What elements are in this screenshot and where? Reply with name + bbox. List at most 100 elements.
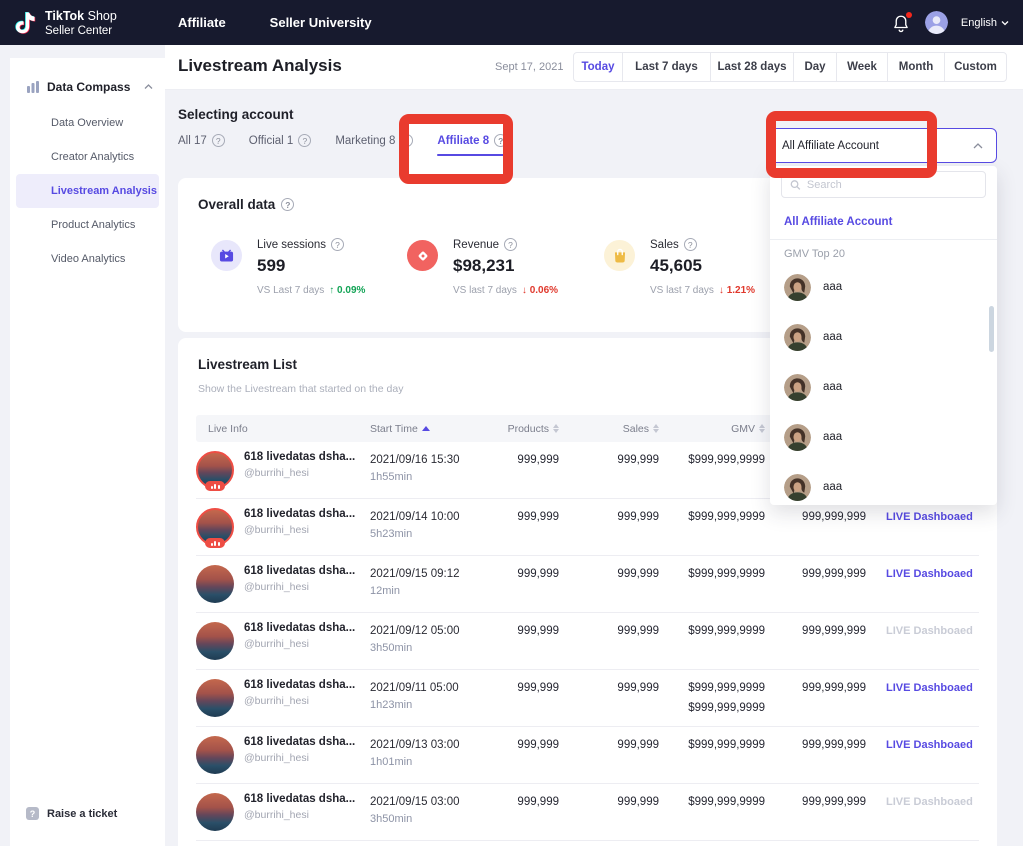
sidebar-section-label: Data Compass bbox=[47, 80, 130, 94]
live-dashboard-link[interactable]: LIVE Dashboaed bbox=[866, 556, 979, 612]
table-row[interactable]: 618 livedatas dsha...@burrihi_hesi 2021/… bbox=[196, 613, 979, 670]
language-selector[interactable]: English bbox=[961, 17, 1009, 29]
live-info-cell: 618 livedatas dsha...@burrihi_hesi bbox=[196, 613, 370, 669]
overall-title-label: Overall data bbox=[198, 197, 275, 212]
table-row[interactable]: 618 livedatas dsha...@burrihi_hesi 2021/… bbox=[196, 556, 979, 613]
chevron-up-icon bbox=[973, 143, 983, 149]
help-icon[interactable] bbox=[494, 134, 507, 147]
table-row[interactable]: 618 livedatas dsha...@burrihi_hesi 2021/… bbox=[196, 727, 979, 784]
notification-bell-icon[interactable] bbox=[892, 13, 912, 33]
livestream-handle: @burrihi_hesi bbox=[244, 752, 355, 764]
range-day[interactable]: Day bbox=[793, 52, 837, 82]
sidebar-item-video-analytics[interactable]: Video Analytics bbox=[10, 242, 165, 276]
user-avatar[interactable] bbox=[925, 11, 948, 34]
col-start-time[interactable]: Start Time bbox=[370, 423, 506, 435]
live-info-cell: 618 livedatas dsha...@burrihi_hesi bbox=[196, 556, 370, 612]
gmv-cell: $999,999,9999 bbox=[659, 556, 765, 612]
account-name: aaa bbox=[823, 331, 842, 343]
start-time-cell: 2021/09/16 15:301h55min bbox=[370, 442, 506, 498]
raise-a-ticket[interactable]: ? Raise a ticket bbox=[26, 807, 117, 820]
live-info-cell: 618 livedatas dsha...@burrihi_hesi bbox=[196, 784, 370, 840]
gmv-cell: $999,999,9999 bbox=[659, 442, 765, 498]
gmv-cell: $999,999,9999 bbox=[659, 727, 765, 783]
sidebar-item-creator-analytics[interactable]: Creator Analytics bbox=[10, 140, 165, 174]
livestream-thumbnail bbox=[196, 622, 234, 660]
live-dashboard-link[interactable]: LIVE Dashboaed bbox=[866, 670, 979, 726]
col-sales[interactable]: Sales bbox=[559, 423, 659, 435]
help-icon[interactable] bbox=[281, 198, 294, 211]
chevron-up-icon bbox=[144, 84, 153, 90]
livestream-title: 618 livedatas dsha... bbox=[244, 451, 355, 463]
sales-cell: 999,999 bbox=[559, 442, 659, 498]
topbar: TikTok Shop Seller Center Affiliate Sell… bbox=[0, 0, 1023, 45]
products-cell: 999,999 bbox=[506, 613, 559, 669]
col-products[interactable]: Products bbox=[506, 423, 559, 435]
help-icon[interactable] bbox=[504, 238, 517, 251]
products-cell: 999,999 bbox=[506, 499, 559, 555]
metric-value: $98,231 bbox=[453, 256, 558, 276]
live-dashboard-link-disabled: LIVE Dashboaed bbox=[866, 784, 979, 840]
products-cell: 999,999 bbox=[506, 670, 559, 726]
metric-live-sessions: Live sessions 599 VS Last 7 days ↑ 0.09% bbox=[211, 238, 365, 296]
account-avatar bbox=[784, 374, 811, 401]
help-icon[interactable] bbox=[331, 238, 344, 251]
col-gmv[interactable]: GMV bbox=[659, 423, 765, 435]
range-today[interactable]: Today bbox=[573, 52, 623, 82]
table-row[interactable]: 618 livedatas dsha...@burrihi_hesi 2021/… bbox=[196, 670, 979, 727]
sales-cell: 999,999 bbox=[559, 613, 659, 669]
live-dashboard-link[interactable]: LIVE Dashboaed bbox=[866, 727, 979, 783]
search-input[interactable] bbox=[807, 179, 977, 191]
sidebar-item-livestream-analysis[interactable]: Livestream Analysis bbox=[16, 174, 159, 208]
viewers-cell: 999,999,999 bbox=[765, 670, 866, 726]
nav-seller-university[interactable]: Seller University bbox=[270, 15, 372, 30]
range-custom[interactable]: Custom bbox=[944, 52, 1007, 82]
sidebar-item-product-analytics[interactable]: Product Analytics bbox=[10, 208, 165, 242]
help-icon[interactable] bbox=[400, 134, 413, 147]
metric-comparison: VS Last 7 days ↑ 0.09% bbox=[257, 285, 365, 296]
dropdown-scrollbar[interactable] bbox=[989, 306, 994, 352]
language-label: English bbox=[961, 17, 997, 29]
shopping-bag-icon bbox=[604, 240, 635, 271]
account-search-box[interactable] bbox=[781, 171, 986, 198]
account-option[interactable]: aaa bbox=[770, 462, 997, 512]
tab-marketing[interactable]: Marketing 8 bbox=[335, 134, 413, 156]
range-month[interactable]: Month bbox=[887, 52, 945, 82]
question-icon: ? bbox=[26, 807, 39, 820]
tab-all[interactable]: All 17 bbox=[178, 134, 225, 156]
range-last-7-days[interactable]: Last 7 days bbox=[622, 52, 711, 82]
tiktok-shop-logo[interactable]: TikTok Shop Seller Center bbox=[0, 7, 117, 37]
selecting-account-heading: Selecting account bbox=[178, 107, 294, 122]
option-all-affiliate-account[interactable]: All Affiliate Account bbox=[770, 206, 997, 240]
account-option[interactable]: aaa bbox=[770, 412, 997, 462]
range-last-28-days[interactable]: Last 28 days bbox=[710, 52, 794, 82]
affiliate-account-select[interactable]: All Affiliate Account bbox=[768, 128, 997, 163]
account-option[interactable]: aaa bbox=[770, 262, 997, 312]
tab-all-label: All 17 bbox=[178, 135, 207, 147]
start-time-cell: 2021/09/14 10:005h23min bbox=[370, 499, 506, 555]
account-name: aaa bbox=[823, 431, 842, 443]
account-option[interactable]: aaa bbox=[770, 312, 997, 362]
help-icon[interactable] bbox=[298, 134, 311, 147]
notification-dot bbox=[906, 12, 912, 18]
help-icon[interactable] bbox=[212, 134, 225, 147]
help-icon[interactable] bbox=[684, 238, 697, 251]
search-icon bbox=[790, 179, 801, 191]
start-time-cell: 2021/09/12 05:003h50min bbox=[370, 613, 506, 669]
account-option[interactable]: aaa bbox=[770, 362, 997, 412]
tab-official[interactable]: Official 1 bbox=[249, 134, 312, 156]
sidebar-section-data-compass[interactable]: Data Compass bbox=[10, 58, 165, 106]
livestream-thumbnail bbox=[196, 451, 234, 489]
change-down: ↓ 0.06% bbox=[522, 285, 558, 296]
sidebar-item-data-overview[interactable]: Data Overview bbox=[10, 106, 165, 140]
range-week[interactable]: Week bbox=[836, 52, 888, 82]
nav-affiliate[interactable]: Affiliate bbox=[178, 15, 226, 30]
tab-affiliate[interactable]: Affiliate 8 bbox=[437, 134, 507, 156]
table-row[interactable]: 618 livedatas dsha...@burrihi_hesi 2021/… bbox=[196, 784, 979, 841]
livestream-handle: @burrihi_hesi bbox=[244, 695, 355, 707]
page-header: Livestream Analysis Sept 17, 2021 Today … bbox=[165, 45, 1023, 90]
metric-sales: Sales 45,605 VS last 7 days ↓ 1.21% bbox=[604, 238, 755, 296]
live-dashboard-link-disabled: LIVE Dashboaed bbox=[866, 613, 979, 669]
gmv-cell: $999,999,9999 bbox=[659, 784, 765, 840]
gmv-top-20-label: GMV Top 20 bbox=[784, 248, 845, 260]
change-down: ↓ 1.21% bbox=[719, 285, 755, 296]
